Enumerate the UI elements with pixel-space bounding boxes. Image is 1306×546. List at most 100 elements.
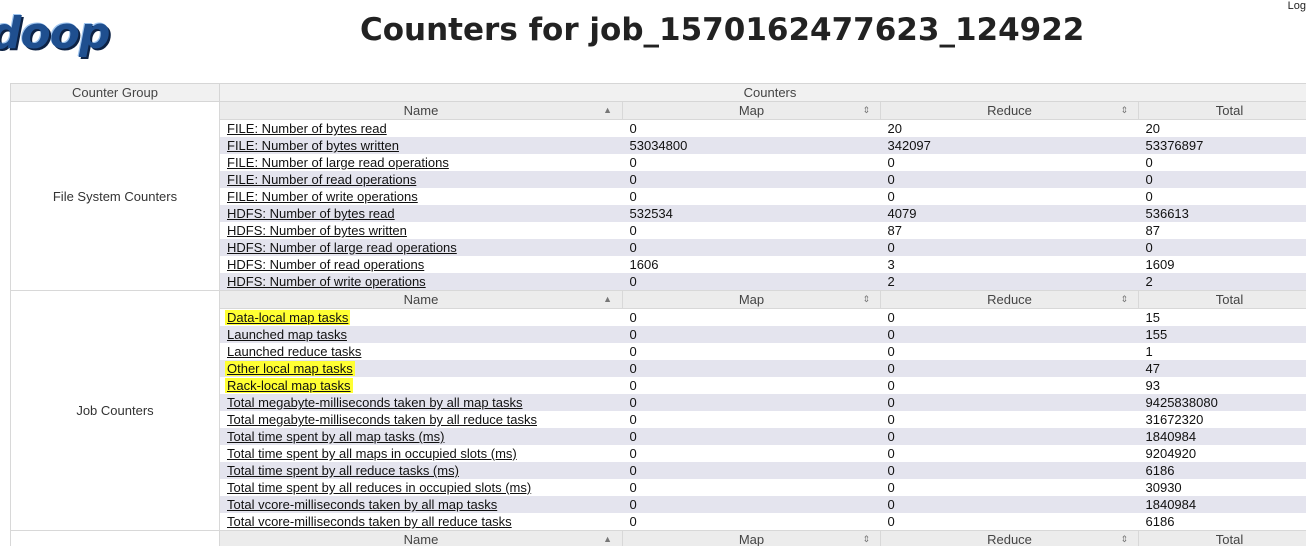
counter-map-value: 0 xyxy=(622,411,881,428)
sort-icon[interactable]: ⇕ xyxy=(862,531,870,546)
counter-reduce-value: 0 xyxy=(880,343,1139,360)
counter-name-link[interactable]: FILE: Number of write operations xyxy=(227,189,418,204)
counter-name-link[interactable]: Total megabyte-milliseconds taken by all… xyxy=(227,412,537,427)
column-header-total[interactable]: Total xyxy=(1138,290,1306,309)
counter-map-value: 532534 xyxy=(622,205,881,222)
column-header-reduce[interactable]: Reduce ⇕ xyxy=(880,290,1139,309)
counter-map-value: 0 xyxy=(622,188,881,205)
counter-map-value: 0 xyxy=(622,222,881,239)
counter-name-link[interactable]: Total megabyte-milliseconds taken by all… xyxy=(227,395,523,410)
counter-group-name xyxy=(10,530,220,546)
counter-map-value: 0 xyxy=(622,119,881,137)
counter-reduce-value: 2 xyxy=(880,273,1139,291)
column-header-total[interactable]: Total xyxy=(1138,101,1306,120)
counter-map-value: 0 xyxy=(622,154,881,171)
column-header-map[interactable]: Map ⇕ xyxy=(622,290,881,309)
counter-name-link[interactable]: FILE: Number of large read operations xyxy=(227,155,449,170)
column-header-label: Map xyxy=(738,103,765,118)
counter-name-link[interactable]: Data-local map tasks xyxy=(225,310,351,325)
column-header-map[interactable]: Map ⇕ xyxy=(622,530,881,546)
counter-reduce-value: 0 xyxy=(880,462,1139,479)
column-header-total[interactable]: Total xyxy=(1138,530,1306,546)
column-header-label: Name xyxy=(403,292,439,307)
page: doop Log Counters for job_1570162477623_… xyxy=(0,0,1306,546)
counter-map-value: 0 xyxy=(622,394,881,411)
counter-total-value: 0 xyxy=(1138,239,1306,256)
table-header-row: Counter Group Counters xyxy=(10,83,1306,102)
column-header-name[interactable]: Name ▲ xyxy=(219,101,623,120)
column-header-label: Name xyxy=(403,532,439,546)
counter-name-link[interactable]: HDFS: Number of read operations xyxy=(227,257,424,272)
counter-reduce-value: 0 xyxy=(880,326,1139,343)
counter-name-link[interactable]: Total time spent by all maps in occupied… xyxy=(227,446,517,461)
column-header-label: Total xyxy=(1215,292,1244,307)
counter-name-link[interactable]: HDFS: Number of large read operations xyxy=(227,240,457,255)
column-header-label: Reduce xyxy=(987,103,1032,118)
counter-reduce-value: 0 xyxy=(880,445,1139,462)
counter-reduce-value: 0 xyxy=(880,308,1139,326)
sort-asc-icon[interactable]: ▲ xyxy=(603,102,612,119)
column-header-reduce[interactable]: Reduce ⇕ xyxy=(880,530,1139,546)
counter-name-cell: HDFS: Number of bytes written xyxy=(219,222,623,239)
counter-name-link[interactable]: FILE: Number of read operations xyxy=(227,172,416,187)
column-header-name[interactable]: Name ▲ xyxy=(219,530,623,546)
counter-name-link[interactable]: HDFS: Number of bytes written xyxy=(227,223,407,238)
counter-name-link[interactable]: Launched reduce tasks xyxy=(227,344,361,359)
group-subheader-row: Name ▲ Map ⇕ Reduce ⇕ Total xyxy=(10,530,1306,546)
counter-name-link[interactable]: Total time spent by all reduces in occup… xyxy=(227,480,531,495)
column-header-reduce[interactable]: Reduce ⇕ xyxy=(880,101,1139,120)
counter-total-value: 30930 xyxy=(1138,479,1306,496)
counter-name-link[interactable]: Total vcore-milliseconds taken by all re… xyxy=(227,514,512,529)
counter-group-name: File System Counters xyxy=(10,101,220,291)
counter-map-value: 0 xyxy=(622,428,881,445)
counter-reduce-value: 342097 xyxy=(880,137,1139,154)
counter-name-link[interactable]: Launched map tasks xyxy=(227,327,347,342)
column-header-label: Map xyxy=(738,532,765,546)
counters-header: Counters xyxy=(219,83,1306,102)
column-header-name[interactable]: Name ▲ xyxy=(219,290,623,309)
counter-name-cell: Total megabyte-milliseconds taken by all… xyxy=(219,411,623,428)
counter-total-value: 1 xyxy=(1138,343,1306,360)
sort-icon[interactable]: ⇕ xyxy=(862,102,870,119)
sort-icon[interactable]: ⇕ xyxy=(1120,291,1128,308)
login-link[interactable]: Log xyxy=(1288,0,1306,12)
counter-map-value: 0 xyxy=(622,343,881,360)
counter-name-cell: Total vcore-milliseconds taken by all re… xyxy=(219,513,623,531)
sort-asc-icon[interactable]: ▲ xyxy=(603,531,612,546)
counter-map-value: 0 xyxy=(622,360,881,377)
counter-name-cell: FILE: Number of read operations xyxy=(219,171,623,188)
counter-total-value: 9204920 xyxy=(1138,445,1306,462)
counter-reduce-value: 0 xyxy=(880,411,1139,428)
counter-reduce-value: 20 xyxy=(880,119,1139,137)
counter-total-value: 47 xyxy=(1138,360,1306,377)
sort-icon[interactable]: ⇕ xyxy=(1120,531,1128,546)
counter-map-value: 0 xyxy=(622,308,881,326)
hadoop-logo[interactable]: doop xyxy=(0,8,110,60)
counter-name-link[interactable]: Total time spent by all map tasks (ms) xyxy=(227,429,444,444)
counter-group-name: Job Counters xyxy=(10,290,220,531)
column-header-label: Total xyxy=(1215,532,1244,546)
group-subheader-row: Job Counters Name ▲ Map ⇕ Reduce ⇕ Total xyxy=(10,290,1306,531)
counter-map-value: 0 xyxy=(622,326,881,343)
counter-total-value: 1609 xyxy=(1138,256,1306,273)
counters-table: Counter Group Counters File System Count… xyxy=(10,83,1306,546)
counter-name-link[interactable]: Other local map tasks xyxy=(225,361,355,376)
counter-map-value: 53034800 xyxy=(622,137,881,154)
counter-map-value: 0 xyxy=(622,513,881,531)
counter-name-link[interactable]: HDFS: Number of bytes read xyxy=(227,206,395,221)
counter-name-link[interactable]: Rack-local map tasks xyxy=(225,378,353,393)
counter-name-link[interactable]: FILE: Number of bytes read xyxy=(227,121,387,136)
counter-name-link[interactable]: HDFS: Number of write operations xyxy=(227,274,426,289)
column-header-label: Map xyxy=(738,292,765,307)
counter-name-cell: Launched reduce tasks xyxy=(219,343,623,360)
sort-asc-icon[interactable]: ▲ xyxy=(603,291,612,308)
counter-reduce-value: 0 xyxy=(880,496,1139,513)
counter-map-value: 1606 xyxy=(622,256,881,273)
sort-icon[interactable]: ⇕ xyxy=(862,291,870,308)
counter-total-value: 0 xyxy=(1138,154,1306,171)
sort-icon[interactable]: ⇕ xyxy=(1120,102,1128,119)
column-header-map[interactable]: Map ⇕ xyxy=(622,101,881,120)
counter-name-link[interactable]: Total vcore-milliseconds taken by all ma… xyxy=(227,497,497,512)
counter-name-link[interactable]: FILE: Number of bytes written xyxy=(227,138,399,153)
counter-name-link[interactable]: Total time spent by all reduce tasks (ms… xyxy=(227,463,459,478)
